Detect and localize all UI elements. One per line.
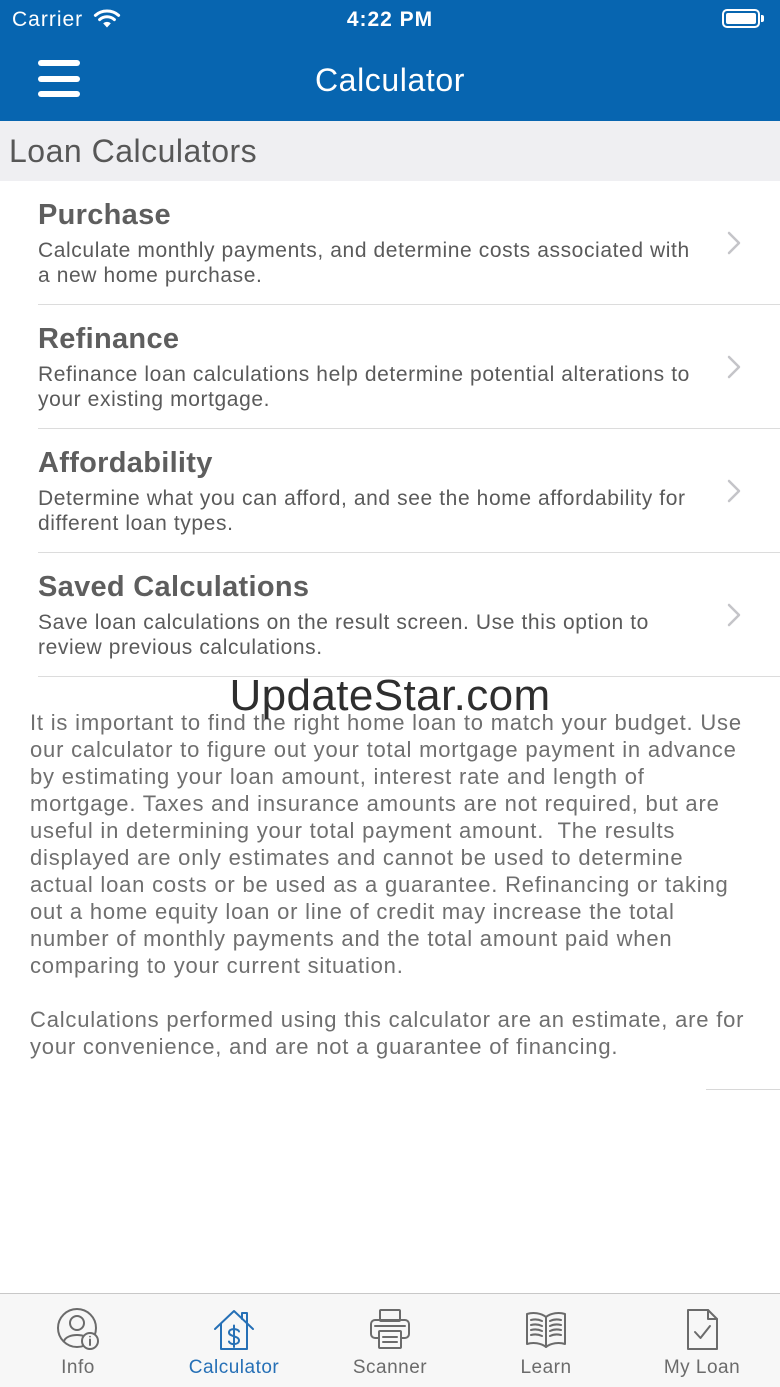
document-check-icon — [680, 1307, 724, 1351]
tab-my-loan[interactable]: My Loan — [624, 1294, 780, 1387]
tab-calculator[interactable]: Calculator — [156, 1294, 312, 1387]
tab-label: Info — [61, 1357, 95, 1378]
calculator-row-affordability[interactable]: Affordability Determine what you can aff… — [0, 429, 780, 553]
chevron-right-icon — [727, 355, 741, 379]
printer-icon — [368, 1307, 412, 1351]
tab-label: Learn — [520, 1357, 572, 1378]
app-header: Carrier 4:22 PM Calculator — [0, 0, 780, 121]
disclaimer-paragraph: It is important to find the right home l… — [30, 710, 749, 978]
watermark: UpdateStar.com — [229, 671, 551, 720]
battery-body — [722, 9, 760, 28]
tab-bar: Info Calculator Scanner Learn My Loan — [0, 1293, 780, 1387]
row-title: Affordability — [38, 447, 213, 479]
calculator-row-refinance[interactable]: Refinance Refinance loan calculations he… — [0, 305, 780, 429]
person-info-icon — [56, 1307, 100, 1351]
row-title: Refinance — [38, 323, 180, 355]
page-title: Calculator — [314, 62, 466, 98]
disclaimer-text: It is important to find the right home l… — [30, 709, 750, 1060]
tab-info[interactable]: Info — [0, 1294, 156, 1387]
calculator-row-purchase[interactable]: Purchase Calculate monthly payments, and… — [0, 181, 780, 305]
battery-terminal — [761, 15, 764, 22]
tab-scanner[interactable]: Scanner — [312, 1294, 468, 1387]
tab-label: My Loan — [663, 1357, 741, 1378]
row-description: Calculate monthly payments, and determin… — [38, 239, 690, 287]
status-time: 4:22 PM — [346, 8, 434, 31]
house-dollar-icon — [212, 1307, 256, 1351]
row-title: Purchase — [38, 199, 171, 231]
calculator-row-saved-calculations[interactable]: Saved Calculations Save loan calculation… — [0, 553, 780, 677]
battery-icon — [722, 9, 764, 28]
tab-learn[interactable]: Learn — [468, 1294, 624, 1387]
chevron-right-icon — [727, 603, 741, 627]
tab-label: Calculator — [188, 1357, 280, 1378]
tab-label: Scanner — [352, 1357, 428, 1378]
disclaimer-paragraph: Calculations performed using this calcul… — [30, 1007, 752, 1059]
row-description: Determine what you can afford, and see t… — [38, 487, 686, 535]
divider — [706, 1089, 780, 1090]
chevron-right-icon — [727, 231, 741, 255]
open-book-icon — [524, 1307, 568, 1351]
chevron-right-icon — [727, 479, 741, 503]
row-description: Refinance loan calculations help determi… — [38, 363, 690, 411]
battery-level-fill — [726, 13, 756, 24]
row-description: Save loan calculations on the result scr… — [38, 611, 649, 659]
section-title: Loan Calculators — [9, 133, 258, 169]
section-header: Loan Calculators — [0, 121, 780, 181]
row-title: Saved Calculations — [38, 571, 310, 603]
calculator-screen: Carrier 4:22 PM Calculator Loan Calculat… — [0, 0, 780, 1387]
